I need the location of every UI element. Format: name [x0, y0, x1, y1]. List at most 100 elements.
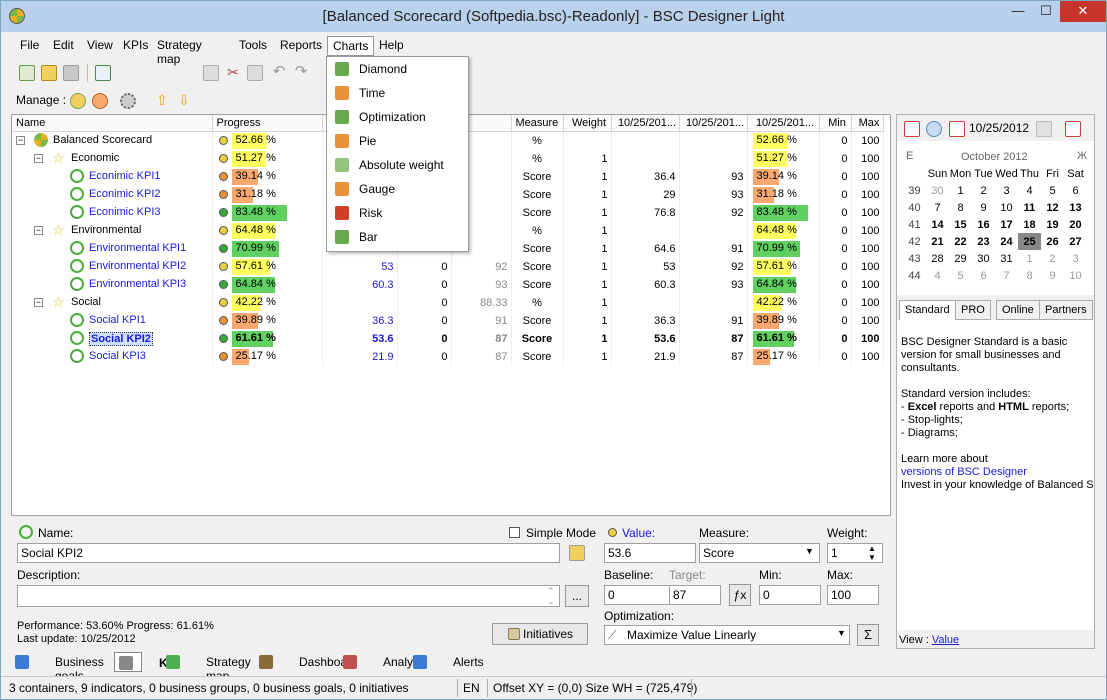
cut-icon[interactable]: ✂ [225, 65, 241, 81]
calendar-day[interactable]: 10 [1064, 267, 1087, 284]
clear-date-icon[interactable] [1065, 121, 1081, 137]
charts-menu-item[interactable]: Gauge [327, 177, 468, 201]
tree-toggle-icon[interactable]: − [16, 135, 25, 145]
name-cell[interactable]: Econimic KPI3 [12, 203, 213, 222]
column-header[interactable]: Measure [511, 115, 564, 132]
calendar-day[interactable]: 21 [926, 233, 949, 250]
name-cell[interactable]: Environmental KPI2 [12, 257, 213, 276]
view-link[interactable]: Value [932, 634, 959, 646]
menu-tools[interactable]: Tools [234, 36, 272, 54]
calendar-day[interactable]: 27 [1064, 233, 1087, 250]
calendar-day[interactable]: 6 [972, 267, 995, 284]
bottom-tab[interactable]: Business goals [11, 652, 104, 683]
calendar-day[interactable]: 29 [949, 250, 972, 267]
menu-view[interactable]: View [82, 36, 118, 54]
calendar-day[interactable]: 3 [995, 182, 1018, 199]
name-cell[interactable]: Environmental KPI1 [12, 239, 213, 258]
menu-help[interactable]: Help [374, 36, 409, 54]
bottom-tab[interactable]: Alerts [409, 652, 484, 672]
calendar-day[interactable]: 9 [972, 199, 995, 216]
tab-online[interactable]: Online [996, 300, 1040, 320]
versions-link[interactable]: versions of BSC Designer [901, 466, 1090, 479]
previous-period-icon[interactable] [926, 121, 942, 137]
name-cell[interactable]: Econimic KPI1 [12, 167, 213, 186]
calendar-day[interactable]: 15 [949, 216, 972, 233]
calendar-day[interactable]: 17 [995, 216, 1018, 233]
description-field[interactable] [17, 585, 560, 607]
charts-menu-item[interactable]: Time [327, 81, 468, 105]
calendar-day[interactable]: 30 [926, 182, 949, 199]
description-more-button[interactable]: ... [565, 585, 589, 607]
chevron-down-icon[interactable]: ▼ [837, 628, 846, 638]
settings-gear-icon[interactable] [120, 93, 136, 109]
calendar-day[interactable]: 28 [926, 250, 949, 267]
menu-charts[interactable]: Charts [327, 36, 375, 56]
next-period-icon[interactable] [1036, 121, 1052, 137]
name-field[interactable]: Social KPI2 [17, 543, 560, 563]
table-row[interactable]: Environmental KPI2 57.61 % 53 0 92 Score 1 53 92… [12, 257, 884, 276]
name-cell[interactable]: − ☆ Social [12, 293, 213, 312]
column-header[interactable]: 10/25/201... [679, 115, 748, 132]
table-row[interactable]: Environmental KPI3 64.84 % 60.3 0 93 Score 1 60… [12, 275, 884, 294]
calendar-day[interactable]: 2 [972, 182, 995, 199]
calendar-day[interactable]: 13 [1064, 199, 1087, 216]
column-header[interactable]: 10/25/201... [611, 115, 680, 132]
target-function-icon[interactable]: ƒx [729, 584, 751, 606]
simple-mode-checkbox[interactable] [509, 527, 520, 538]
charts-menu-item[interactable]: Bar [327, 225, 468, 249]
calendar-day[interactable]: 25 [1018, 233, 1041, 250]
menu-reports[interactable]: Reports [275, 36, 327, 54]
calendar-day[interactable]: 26 [1041, 233, 1064, 250]
description-scroll-icon[interactable]: ⌃ ⌄ [547, 586, 555, 606]
paste-icon[interactable] [247, 65, 263, 81]
move-up-icon[interactable]: ⇧ [154, 93, 170, 109]
column-header[interactable]: Progress [212, 115, 323, 132]
calendar-prev-month[interactable]: E [906, 150, 913, 162]
calendar-day[interactable]: 3 [1064, 250, 1087, 267]
name-cell[interactable]: Social KPI1 [12, 311, 213, 330]
copy-icon[interactable] [203, 65, 219, 81]
calendar-day[interactable]: 6 [1064, 182, 1087, 199]
calendar-day[interactable]: 5 [949, 267, 972, 284]
magic-wand-icon[interactable] [569, 545, 585, 561]
chevron-down-icon[interactable]: ▼ [805, 546, 814, 556]
optimization-settings-icon[interactable]: Σ [857, 624, 879, 646]
column-header[interactable]: Name [12, 115, 213, 132]
calendar-day[interactable]: 4 [926, 267, 949, 284]
charts-menu-item[interactable]: Pie [327, 129, 468, 153]
name-cell[interactable]: Environmental KPI3 [12, 275, 213, 294]
column-header[interactable]: 10/25/201... [747, 115, 820, 132]
calendar-day[interactable]: 20 [1064, 216, 1087, 233]
minimize-button[interactable]: — [1004, 1, 1032, 22]
redo-icon[interactable]: ↷ [293, 64, 309, 80]
max-field[interactable]: 100 [827, 585, 879, 605]
column-header[interactable]: Min [819, 115, 852, 132]
close-button[interactable]: ✕ [1060, 1, 1106, 22]
tree-toggle-icon[interactable]: − [34, 225, 43, 235]
name-cell[interactable]: − ☆ Economic [12, 149, 213, 168]
calendar-day[interactable]: 7 [926, 199, 949, 216]
charts-menu-item[interactable]: Absolute weight [327, 153, 468, 177]
maximize-button[interactable]: ☐ [1032, 1, 1060, 22]
bottom-tab[interactable]: KPI [114, 652, 179, 672]
calendar-day[interactable]: 30 [972, 250, 995, 267]
name-cell[interactable]: Social KPI2 [12, 329, 213, 348]
calendar-day[interactable]: 14 [926, 216, 949, 233]
name-cell[interactable]: − Balanced Scorecard [12, 131, 213, 150]
calendar-day[interactable]: 1 [1018, 250, 1041, 267]
value-field[interactable]: 53.6 [604, 543, 696, 563]
column-header[interactable]: Weight [563, 115, 612, 132]
tab-pro[interactable]: PRO [955, 300, 991, 320]
calendar-day[interactable]: 5 [1041, 182, 1064, 199]
table-row[interactable]: Social KPI2 61.61 % 53.6 0 87 Score 1 53.6 87 61.… [12, 329, 884, 348]
tab-partners[interactable]: Partners [1039, 300, 1093, 320]
column-header[interactable]: Max [851, 115, 884, 132]
bottom-tab[interactable]: Strategy map [162, 652, 251, 683]
menu-edit[interactable]: Edit [48, 36, 79, 54]
new-file-icon[interactable] [19, 65, 35, 81]
calendar-day[interactable]: 11 [1018, 199, 1041, 216]
calendar-day[interactable]: 24 [995, 233, 1018, 250]
calendar-day[interactable]: 8 [949, 199, 972, 216]
name-cell[interactable]: Social KPI3 [12, 347, 213, 366]
calendar-day[interactable]: 2 [1041, 250, 1064, 267]
